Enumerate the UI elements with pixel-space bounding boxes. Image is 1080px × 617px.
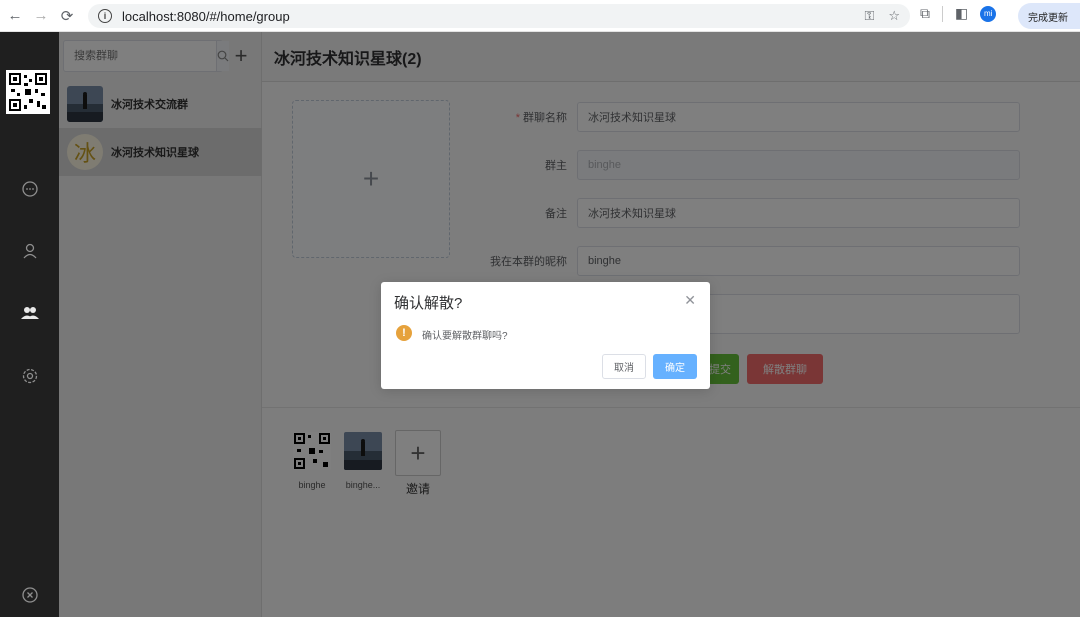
group-icon[interactable] <box>19 302 41 324</box>
address-bar[interactable]: i localhost:8080/#/home/group ⚿ ☆ <box>88 4 910 28</box>
back-arrow-icon[interactable]: ← <box>4 5 26 27</box>
extensions-icon[interactable]: ⧉ <box>920 5 930 22</box>
qr-code-avatar[interactable] <box>6 70 50 114</box>
close-icon[interactable]: ✕ <box>684 292 696 309</box>
url-text: localhost:8080/#/home/group <box>122 9 290 24</box>
browser-toolbar: ← → ⟳ i localhost:8080/#/home/group ⚿ ☆ … <box>0 0 1080 32</box>
app-sidebar-rail <box>0 32 59 617</box>
update-button[interactable]: 完成更新 <box>1018 3 1080 29</box>
settings-icon[interactable] <box>19 365 41 387</box>
toolbar-divider <box>942 6 943 22</box>
warning-icon: ! <box>396 325 412 341</box>
qr-code-icon <box>9 73 47 111</box>
profile-avatar[interactable]: mi <box>980 6 996 22</box>
chat-icon[interactable] <box>19 178 41 200</box>
cancel-button[interactable]: 取消 <box>602 354 646 379</box>
dialog-message: 确认要解散群聊吗? <box>422 327 508 342</box>
key-icon[interactable]: ⚿ <box>864 8 874 24</box>
logout-icon[interactable] <box>19 584 41 606</box>
dialog-title: 确认解散? <box>394 292 462 313</box>
site-info-icon[interactable]: i <box>98 9 112 23</box>
reload-icon[interactable]: ⟳ <box>56 5 78 27</box>
bookmark-star-icon[interactable]: ☆ <box>888 8 900 24</box>
side-panel-icon[interactable]: ◧ <box>955 5 968 22</box>
forward-arrow-icon[interactable]: → <box>30 5 52 27</box>
confirm-dissolve-dialog: 确认解散? ✕ ! 确认要解散群聊吗? 取消 确定 <box>381 282 710 389</box>
user-icon[interactable] <box>19 240 41 262</box>
confirm-button[interactable]: 确定 <box>653 354 697 379</box>
